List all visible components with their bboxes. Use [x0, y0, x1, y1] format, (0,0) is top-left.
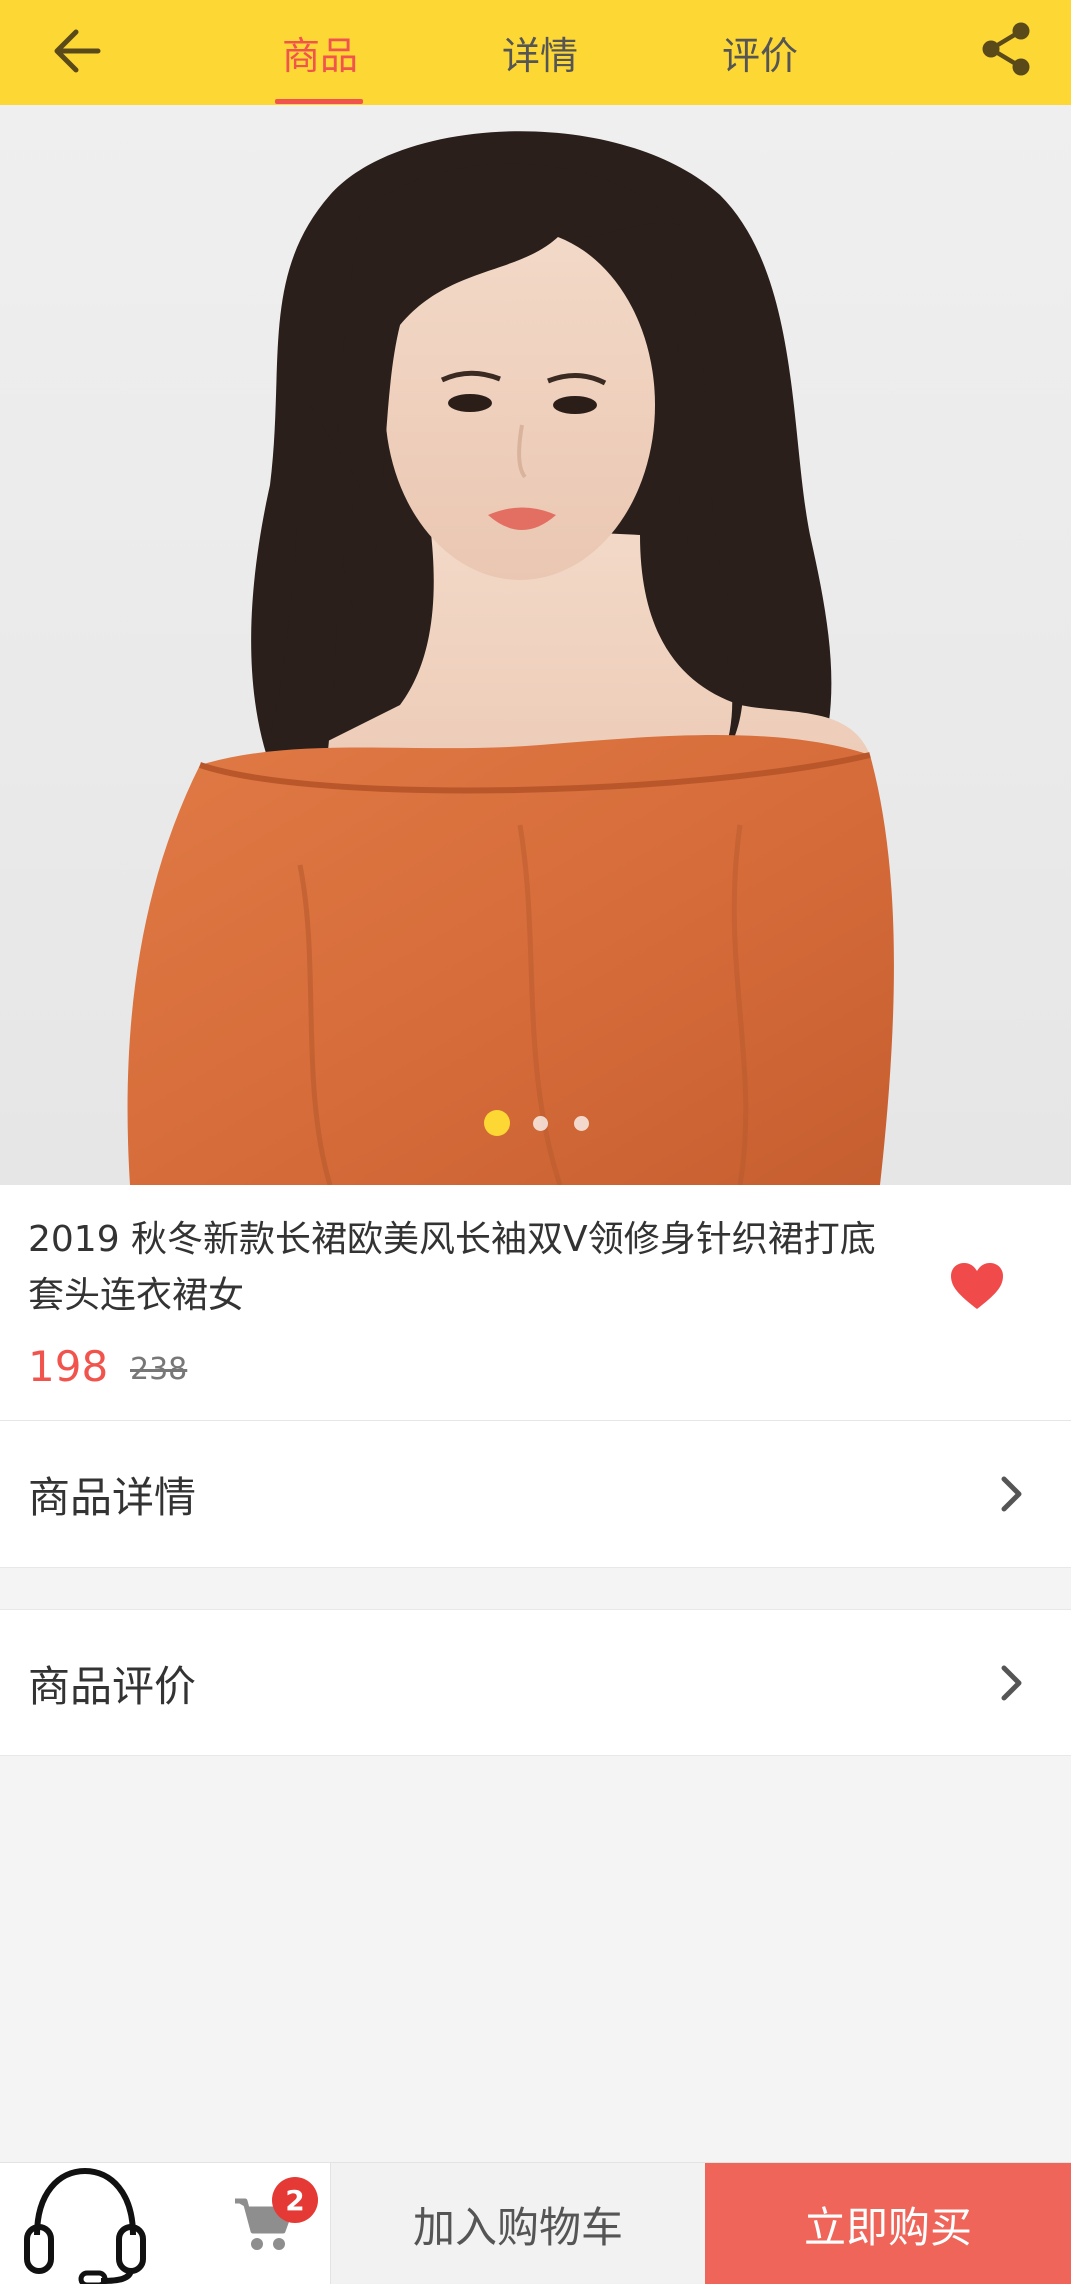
arrow-left-icon	[54, 29, 101, 73]
active-tab-indicator	[275, 99, 363, 104]
customer-service-button[interactable]	[10, 2163, 160, 2284]
tab-reviews[interactable]: 评价	[670, 0, 850, 105]
tab-goods[interactable]: 商品	[230, 0, 410, 105]
product-reviews-label: 商品评价	[28, 1662, 197, 1711]
heart-icon	[951, 1263, 1003, 1309]
carousel-dot[interactable]	[574, 1116, 589, 1131]
product-title: 2019 秋冬新款长裙欧美风长袖双V领修身针织裙打底套头连衣裙女	[28, 1219, 876, 1316]
carousel-dot-active[interactable]	[484, 1110, 510, 1136]
chevron-right-icon	[989, 1660, 1035, 1706]
share-icon	[982, 22, 1030, 76]
original-price: 238	[130, 1352, 188, 1387]
add-to-cart-button[interactable]: 加入购物车	[330, 2163, 705, 2284]
tab-details[interactable]: 详情	[450, 0, 630, 105]
top-navigation-bar: 商品 详情 评价	[0, 0, 1071, 105]
product-reviews-row[interactable]: 商品评价	[0, 1609, 1071, 1756]
buy-now-button[interactable]: 立即购买	[705, 2163, 1071, 2284]
carousel-dot[interactable]	[533, 1116, 548, 1131]
chevron-right-icon	[989, 1471, 1035, 1517]
share-button[interactable]	[971, 14, 1041, 84]
cart-count-badge: 2	[272, 2177, 318, 2223]
bottom-action-bar: 2 加入购物车 立即购买	[0, 2162, 1071, 2284]
headset-icon	[24, 2167, 146, 2284]
product-image-carousel[interactable]	[0, 105, 1071, 1185]
current-price: 198	[28, 1342, 109, 1391]
back-button[interactable]	[42, 16, 112, 86]
product-details-row[interactable]: 商品详情	[0, 1421, 1071, 1568]
product-info: 2019 秋冬新款长裙欧美风长袖双V领修身针织裙打底套头连衣裙女 198 238	[0, 1185, 1071, 1421]
product-details-label: 商品详情	[28, 1473, 197, 1522]
product-photo	[0, 105, 1071, 1185]
favorite-button[interactable]	[942, 1251, 1012, 1321]
